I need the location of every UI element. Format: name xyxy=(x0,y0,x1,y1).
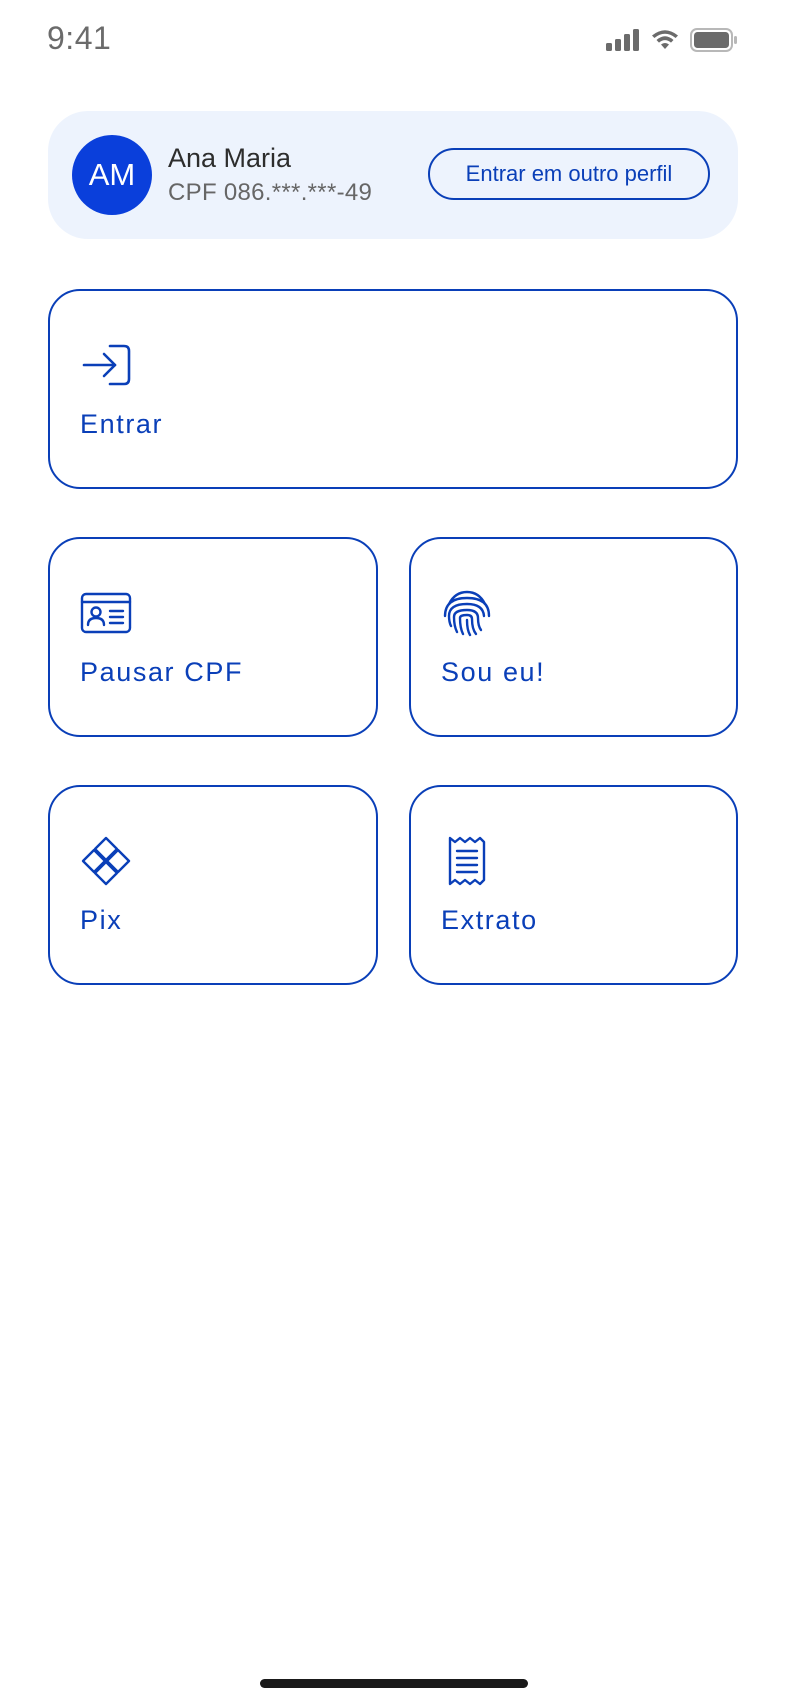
profile-name: Ana Maria xyxy=(168,143,292,173)
login-arrow-icon xyxy=(80,339,132,391)
profile-card: AM Ana Maria CPF 086.***.***-49 Entrar e… xyxy=(48,111,738,239)
pix-button[interactable]: Pix xyxy=(48,785,378,985)
pausar-cpf-button[interactable]: Pausar CPF xyxy=(48,537,378,737)
entrar-button[interactable]: Entrar xyxy=(48,289,738,489)
extrato-label: Extrato xyxy=(441,905,538,935)
status-time: 9:41 xyxy=(47,20,112,56)
home-indicator[interactable] xyxy=(260,1679,528,1688)
pix-label: Pix xyxy=(80,905,123,935)
pausar-cpf-label: Pausar CPF xyxy=(80,657,244,687)
extrato-button[interactable]: Extrato xyxy=(409,785,738,985)
sou-eu-button[interactable]: Sou eu! xyxy=(409,537,738,737)
pix-icon xyxy=(80,835,132,887)
fingerprint-icon xyxy=(441,587,493,639)
wifi-icon xyxy=(650,29,680,51)
switch-profile-button[interactable]: Entrar em outro perfil xyxy=(428,148,710,200)
id-card-icon xyxy=(80,587,132,639)
status-icons xyxy=(606,27,738,53)
entrar-label: Entrar xyxy=(80,409,164,439)
receipt-icon xyxy=(441,835,493,887)
sou-eu-label: Sou eu! xyxy=(441,657,546,687)
cellular-signal-icon xyxy=(606,29,640,51)
battery-icon xyxy=(690,28,738,52)
avatar: AM xyxy=(72,135,152,215)
status-bar: 9:41 xyxy=(0,0,786,84)
profile-cpf: CPF 086.***.***-49 xyxy=(168,179,373,206)
